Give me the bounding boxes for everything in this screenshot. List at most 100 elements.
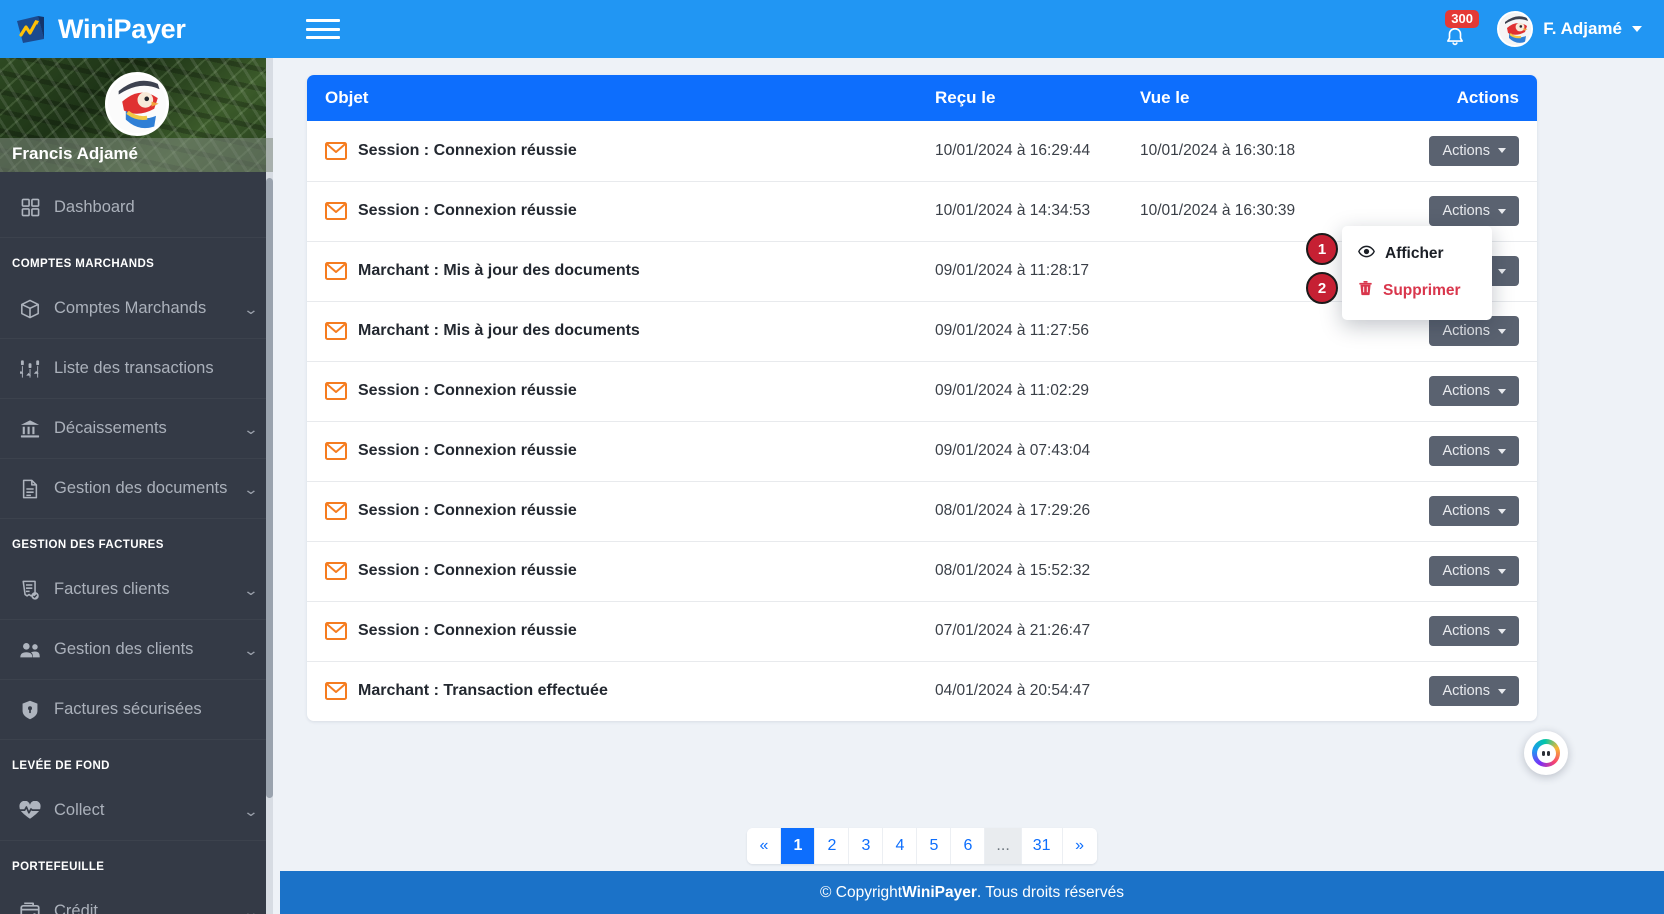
objet-label: Marchant : Mis à jour des documents — [358, 322, 640, 339]
sidebar-item-comptes-marchands[interactable]: Comptes Marchands ⌄ — [0, 279, 273, 339]
sidebar-item-gestion-des-clients[interactable]: Gestion des clients ⌄ — [0, 620, 273, 680]
cell-objet: Marchant : Transaction effectuée — [307, 661, 917, 721]
cell-recu-le: 09/01/2024 à 07:43:04 — [935, 442, 1091, 459]
actions-button[interactable]: Actions — [1429, 436, 1519, 466]
chat-eye-right — [1547, 750, 1550, 756]
cell-vue-le: 10/01/2024 à 16:30:39 — [1140, 202, 1296, 219]
sidebar-item-cr-dit[interactable]: Crédit ⌄ — [0, 882, 273, 914]
actions-button[interactable]: Actions — [1429, 556, 1519, 586]
table-row: Session : Connexion réussie 07/01/2024 à … — [307, 601, 1537, 661]
dropdown-item-afficher[interactable]: Afficher — [1342, 236, 1492, 272]
sidebar-item-dashboard[interactable]: Dashboard — [0, 178, 273, 238]
sidebar: Francis Adjamé Dashboard COMPTES MARCHAND… — [0, 58, 273, 914]
objet-label: Session : Connexion réussie — [358, 382, 577, 399]
dropdown-item-supprimer-label: Supprimer — [1383, 282, 1461, 299]
actions-button[interactable]: Actions — [1429, 376, 1519, 406]
objet-label: Marchant : Mis à jour des documents — [358, 262, 640, 279]
notifications-button[interactable]: 300 — [1441, 10, 1479, 46]
cell-recu-le: 08/01/2024 à 17:29:26 — [935, 502, 1091, 519]
envelope-icon — [325, 502, 347, 520]
sidebar-item-collect[interactable]: Collect ⌄ — [0, 781, 273, 841]
sidebar-item-gestion-des-documents[interactable]: Gestion des documents ⌄ — [0, 459, 273, 519]
sidebar-item-label: Factures clients — [54, 580, 170, 598]
objet-label: Session : Connexion réussie — [358, 202, 577, 219]
sidebar-item-liste-des-transactions[interactable]: Liste des transactions — [0, 339, 273, 399]
pagination-page-6[interactable]: 6 — [951, 828, 986, 864]
winipayer-logo-icon — [14, 12, 48, 46]
sidebar-avatar — [104, 72, 169, 136]
notifications-table: Objet Reçu le Vue le Actions Session : C… — [307, 75, 1537, 721]
actions-button[interactable]: Actions — [1429, 135, 1519, 166]
actions-button[interactable]: Actions — [1429, 316, 1519, 346]
sidebar-item-label: Collect — [54, 801, 105, 819]
cell-recu-le: 04/01/2024 à 20:54:47 — [935, 682, 1091, 700]
hamburger-icon[interactable] — [306, 16, 340, 42]
chat-widget-face — [1536, 743, 1556, 763]
pagination-next[interactable]: » — [1062, 828, 1097, 864]
sidebar-scrollbar-thumb[interactable] — [266, 178, 273, 798]
envelope-icon — [325, 442, 347, 460]
pagination-prev[interactable]: « — [747, 828, 782, 864]
dropdown-item-supprimer[interactable]: Supprimer — [1342, 272, 1492, 310]
cell-actions: Actions — [1327, 421, 1537, 481]
objet-label: Session : Connexion réussie — [358, 502, 577, 519]
cell-vue-le — [1122, 601, 1327, 661]
footer-prefix: © Copyright — [820, 883, 903, 901]
sidebar-scrollbar[interactable] — [266, 58, 273, 914]
sidebar-item-d-caissements[interactable]: Décaissements ⌄ — [0, 399, 273, 459]
table-header-row: Objet Reçu le Vue le Actions — [307, 75, 1537, 121]
cell-objet: Session : Connexion réussie — [307, 121, 917, 181]
chevron-down-icon: ⌄ — [243, 420, 260, 437]
user-menu[interactable]: F. Adjamé — [1497, 11, 1642, 47]
actions-button[interactable]: Actions — [1429, 196, 1519, 226]
sidebar-item-label: Crédit — [54, 902, 99, 914]
pagination-page-4[interactable]: 4 — [883, 828, 918, 864]
heartbeat-icon — [18, 800, 42, 822]
actions-button[interactable]: Actions — [1429, 676, 1519, 707]
cell-recu-le: 09/01/2024 à 11:02:29 — [935, 382, 1089, 399]
column-header-recu-le: Reçu le — [917, 75, 1122, 121]
actions-button[interactable]: Actions — [1429, 496, 1519, 526]
actions-button-label: Actions — [1442, 203, 1490, 219]
pagination-page-2[interactable]: 2 — [815, 828, 850, 864]
cell-objet: Session : Connexion réussie — [307, 181, 917, 241]
step-badge-2: 2 — [1306, 272, 1338, 304]
actions-button-label: Actions — [1442, 503, 1490, 519]
chevron-down-icon: ⌄ — [243, 802, 260, 819]
cell-vue-le: 10/01/2024 à 16:30:18 — [1140, 141, 1296, 159]
chevron-down-icon: ⌄ — [243, 480, 260, 497]
envelope-icon — [325, 622, 347, 640]
caret-down-icon — [1498, 208, 1506, 214]
table-body: Session : Connexion réussie 10/01/2024 à … — [307, 121, 1537, 721]
envelope-icon — [325, 562, 347, 580]
brand-title: WiniPayer — [58, 13, 186, 44]
pagination-page-31[interactable]: 31 — [1021, 828, 1063, 864]
pagination-page-3[interactable]: 3 — [849, 828, 884, 864]
sidebar-item-factures-clients[interactable]: Factures clients ⌄ — [0, 560, 273, 620]
document-icon — [18, 478, 42, 500]
actions-button[interactable]: Actions — [1429, 616, 1519, 646]
objet-label: Session : Connexion réussie — [358, 562, 577, 579]
objet-label: Session : Connexion réussie — [358, 141, 577, 159]
actions-button-label: Actions — [1442, 383, 1490, 399]
cell-vue-le — [1122, 481, 1327, 541]
cell-actions: Actions — [1327, 661, 1537, 721]
cell-recu-le: 10/01/2024 à 16:29:44 — [935, 141, 1091, 159]
cell-actions: Actions — [1327, 601, 1537, 661]
sidebar-item-factures-s-curis-es[interactable]: Factures sécurisées — [0, 680, 273, 740]
cell-actions: Actions — [1327, 481, 1537, 541]
sidebar-profile-name-bar: Francis Adjamé — [0, 138, 273, 172]
chat-bubble-icon[interactable] — [1524, 731, 1568, 775]
sidebar-profile-name: Francis Adjamé — [12, 144, 138, 163]
actions-button-label: Actions — [1442, 623, 1490, 639]
user-name-label: F. Adjamé — [1543, 19, 1622, 38]
avatar — [1497, 11, 1534, 47]
dropdown-item-afficher-label: Afficher — [1385, 245, 1444, 262]
caret-down-icon — [1498, 568, 1506, 574]
cell-vue-le — [1122, 241, 1327, 301]
cell-objet: Session : Connexion réussie — [307, 541, 917, 601]
actions-button-label: Actions — [1442, 323, 1490, 339]
pagination-page-1[interactable]: 1 — [781, 828, 816, 864]
sidebar-item-label: Factures sécurisées — [54, 700, 202, 718]
pagination-page-5[interactable]: 5 — [917, 828, 952, 864]
